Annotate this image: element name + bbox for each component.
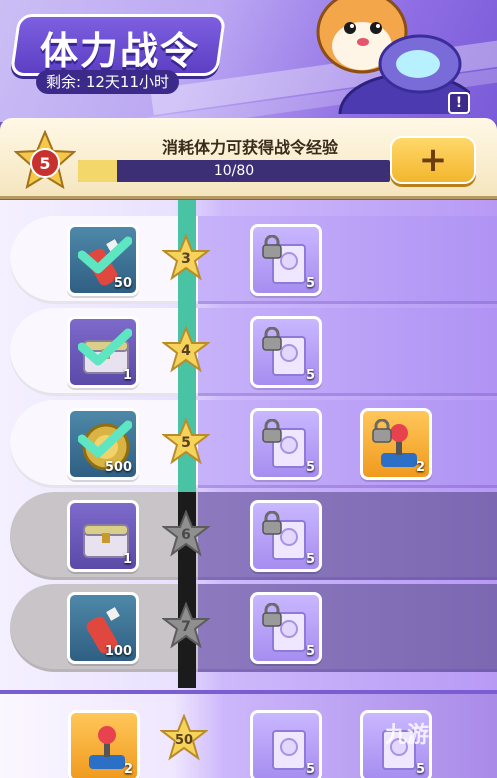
plus-icon: + bbox=[418, 140, 448, 180]
reward-card-free[interactable]: 500 bbox=[67, 408, 139, 480]
level-number: 7 bbox=[181, 619, 191, 635]
level-star-icon: 50 bbox=[160, 714, 208, 761]
lock-icon bbox=[262, 511, 282, 535]
reward-qty: 5 bbox=[415, 762, 425, 777]
level-number: 5 bbox=[181, 435, 191, 451]
hamster-mascot-icon bbox=[316, 0, 470, 114]
level-star: 4 bbox=[161, 325, 211, 374]
claimed-check-icon bbox=[78, 328, 132, 366]
level-star-icon: 5 bbox=[14, 130, 76, 190]
premium-lane bbox=[198, 492, 497, 580]
lock-icon bbox=[262, 327, 282, 351]
current-level: 5 bbox=[39, 154, 50, 173]
level-number: 3 bbox=[181, 251, 191, 267]
reward-card-scroll[interactable]: 5 bbox=[250, 710, 322, 778]
reward-row: 100 5 bbox=[10, 584, 497, 672]
level-star: 3 bbox=[161, 233, 211, 282]
header: 体力战令 剩余: 12天11小时 ! bbox=[0, 0, 497, 122]
reward-row: 15 bbox=[10, 308, 497, 396]
level-number: 6 bbox=[181, 527, 191, 543]
reward-card-free[interactable]: 1 bbox=[67, 500, 139, 572]
watermark-logo: 九游 bbox=[385, 723, 430, 748]
reward-qty: 5 bbox=[305, 368, 315, 383]
reward-card-premium[interactable]: 5 bbox=[250, 500, 322, 572]
claimed-check-icon bbox=[78, 236, 132, 274]
premium-lane bbox=[198, 308, 497, 396]
lock-icon bbox=[262, 419, 282, 443]
level-star: 6 bbox=[161, 509, 211, 558]
reward-card-premium[interactable]: 5 bbox=[250, 592, 322, 664]
lock-icon bbox=[262, 235, 282, 259]
reward-qty: 100 bbox=[104, 644, 132, 659]
reward-qty: 500 bbox=[104, 460, 132, 475]
reward-row: 500 5 2 bbox=[10, 400, 497, 488]
reward-card-premium[interactable]: 2 bbox=[360, 408, 432, 480]
level-number: 4 bbox=[181, 343, 191, 359]
reward-card-joystick[interactable]: 2 bbox=[68, 710, 140, 778]
premium-lane bbox=[198, 400, 497, 488]
reward-card-premium[interactable]: 5 bbox=[250, 316, 322, 388]
reward-card-free[interactable]: 50 bbox=[67, 224, 139, 296]
premium-lane bbox=[198, 584, 497, 672]
page-title: 体力战令 bbox=[40, 29, 201, 73]
reward-row: 50 5 bbox=[10, 216, 497, 304]
level-star: 5 bbox=[161, 417, 211, 466]
info-button[interactable]: ! bbox=[448, 92, 470, 114]
reward-qty: 5 bbox=[305, 762, 315, 777]
lock-icon bbox=[372, 419, 392, 443]
level-number: 50 bbox=[175, 733, 193, 748]
reward-qty: 1 bbox=[122, 368, 132, 383]
reward-card-free[interactable]: 100 bbox=[67, 592, 139, 664]
reward-qty: 1 bbox=[122, 552, 132, 567]
reward-qty: 5 bbox=[305, 552, 315, 567]
task-description: 消耗体力可获得战令经验 bbox=[161, 138, 338, 157]
lock-icon bbox=[262, 603, 282, 627]
claimed-check-icon bbox=[78, 420, 132, 458]
reward-card-free[interactable]: 1 bbox=[67, 316, 139, 388]
exp-progress-bar: 10/80 bbox=[78, 160, 390, 182]
reward-card-premium[interactable]: 5 bbox=[250, 408, 322, 480]
reward-qty: 2 bbox=[415, 460, 425, 475]
reward-qty: 5 bbox=[305, 460, 315, 475]
level-star: 7 bbox=[161, 601, 211, 650]
premium-lane bbox=[198, 216, 497, 304]
reward-card-premium[interactable]: 5 bbox=[250, 224, 322, 296]
reward-qty: 50 bbox=[113, 276, 132, 291]
exp-progress-text: 10/80 bbox=[213, 163, 255, 179]
remaining-time: 剩余: 12天11小时 bbox=[36, 70, 179, 94]
reward-qty: 2 bbox=[123, 762, 133, 777]
reward-qty: 5 bbox=[305, 644, 315, 659]
reward-row: 15 bbox=[10, 492, 497, 580]
buy-exp-button[interactable]: + bbox=[390, 136, 476, 184]
reward-qty: 5 bbox=[305, 276, 315, 291]
